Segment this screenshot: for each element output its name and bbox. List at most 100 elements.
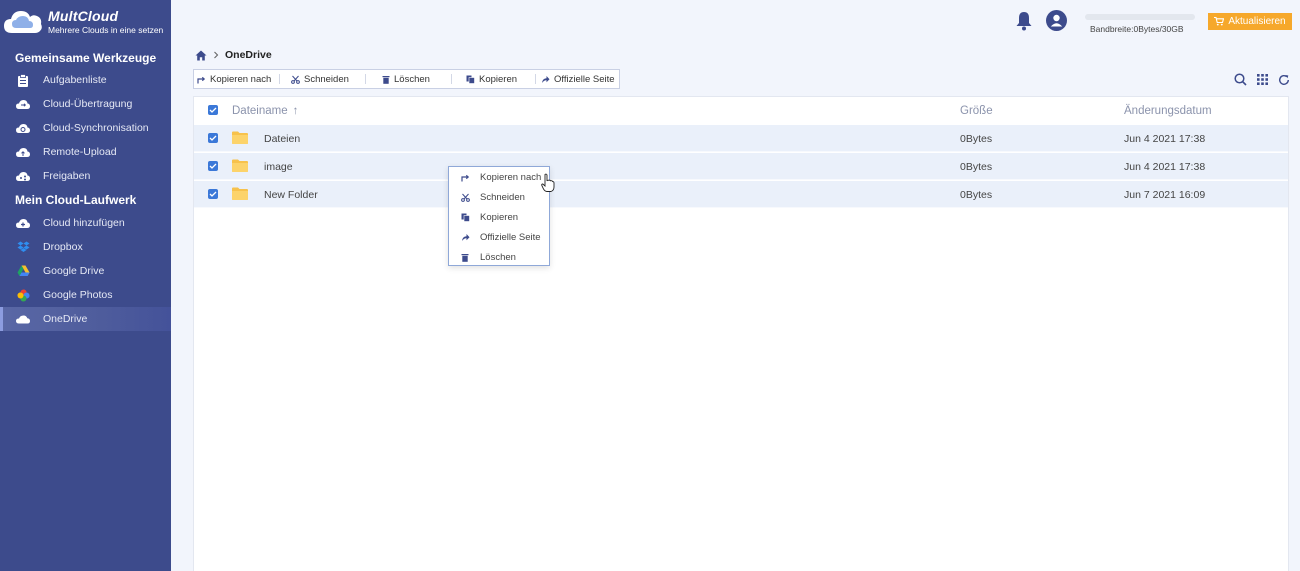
table-row[interactable]: image 0Bytes Jun 4 2021 17:38 [194,153,1288,180]
home-icon[interactable] [195,50,207,61]
upgrade-button[interactable]: Aktualisieren [1208,13,1292,30]
toolbar-divider [365,74,366,84]
file-modified: Jun 4 2021 17:38 [1124,132,1206,145]
sidebar-item-cloud-transfer[interactable]: Cloud-Übertragung [0,92,171,116]
file-list: Dateiname ↑ Größe Änderungsdatum Dateien… [193,96,1289,571]
copy-icon [466,75,475,84]
sidebar: MultCloud Mehrere Clouds in eine setzen … [0,0,171,571]
sidebar-item-shares[interactable]: Freigaben [0,164,171,188]
folder-icon [232,131,248,144]
cut-button[interactable]: Schneiden [291,70,349,88]
breadcrumb-current[interactable]: OneDrive [225,49,272,61]
sidebar-item-google-photos[interactable]: Google Photos [0,283,171,307]
user-avatar[interactable] [1046,10,1067,31]
sidebar-item-remote-upload[interactable]: Remote-Upload [0,140,171,164]
copy-button[interactable]: Kopieren [466,70,517,88]
bell-icon[interactable] [1015,11,1033,31]
copy-to-icon [459,171,471,183]
row-checkbox[interactable] [208,133,218,143]
context-copy-to[interactable]: Kopieren nach [449,167,549,187]
list-header: Dateiname ↑ Größe Änderungsdatum [194,97,1288,124]
context-delete[interactable]: Löschen [449,247,549,267]
view-tools [1234,73,1290,86]
delete-button[interactable]: Löschen [382,70,430,88]
sidebar-item-label: Aufgabenliste [43,74,107,86]
header-filename[interactable]: Dateiname ↑ [232,97,298,124]
dropbox-icon [16,240,30,254]
copy-to-icon [197,76,206,83]
cloud-add-icon [16,216,30,230]
check-icon [209,163,217,169]
file-name[interactable]: New Folder [264,181,318,208]
copy-to-label: Kopieren nach [210,73,272,85]
section-title-drives: Mein Cloud-Laufwerk [15,193,137,207]
toolbar: Kopieren nach Schneiden Löschen Kopieren… [193,69,620,89]
select-all-checkbox[interactable] [208,105,218,115]
context-item-label: Kopieren nach [480,171,542,183]
copy-icon [459,211,471,223]
context-item-label: Schneiden [480,191,525,203]
header-size[interactable]: Größe [960,97,993,124]
refresh-icon[interactable] [1278,74,1290,86]
scissors-icon [291,75,300,84]
google-drive-icon [16,264,30,278]
bandwidth-text: Bandbreite:0Bytes/30GB [1090,24,1184,34]
delete-label: Löschen [394,73,430,85]
official-page-button[interactable]: Offizielle Seite [541,70,615,88]
file-size: 0Bytes [960,188,993,201]
sidebar-item-google-drive[interactable]: Google Drive [0,259,171,283]
file-modified: Jun 7 2021 16:09 [1124,188,1206,201]
sidebar-item-tasklist[interactable]: Aufgabenliste [0,68,171,92]
sidebar-item-onedrive[interactable]: OneDrive [0,307,171,331]
copy-to-button[interactable]: Kopieren nach [197,70,271,88]
logo[interactable]: MultCloud Mehrere Clouds in eine setzen [0,0,171,44]
context-official-page[interactable]: Offizielle Seite [449,227,549,247]
trash-icon [459,251,471,263]
folder-icon [232,159,248,172]
table-row[interactable]: Dateien 0Bytes Jun 4 2021 17:38 [194,125,1288,152]
multcloud-logo-icon [4,11,42,33]
brand-name: MultCloud [48,8,119,24]
check-icon [209,135,217,141]
external-share-icon [459,231,471,243]
copy-label: Kopieren [479,73,518,85]
sidebar-item-label: Cloud-Synchronisation [43,122,149,134]
file-name[interactable]: Dateien [264,125,300,152]
official-page-label: Offizielle Seite [554,73,615,85]
sidebar-item-add-cloud[interactable]: Cloud hinzufügen [0,211,171,235]
sidebar-item-label: Google Photos [43,289,113,301]
cut-label: Schneiden [304,73,349,85]
scissors-icon [459,191,471,203]
chevron-right-icon [214,51,219,59]
check-icon [209,191,217,197]
sidebar-item-label: Freigaben [43,170,91,182]
cloud-transfer-icon [16,97,30,111]
search-icon[interactable] [1234,73,1247,86]
row-checkbox[interactable] [208,161,218,171]
clipboard-icon [16,73,30,87]
external-share-icon [542,75,550,83]
grid-view-icon[interactable] [1257,74,1268,85]
share-icon [16,169,30,183]
toolbar-divider [279,74,280,84]
context-item-label: Löschen [480,251,516,263]
context-item-label: Kopieren [480,211,519,223]
google-photos-icon [16,288,30,302]
toolbar-divider [451,74,452,84]
context-menu: Kopieren nach Schneiden Kopieren Offizie… [448,166,550,266]
context-item-label: Offizielle Seite [480,231,541,243]
sidebar-item-label: Cloud hinzufügen [43,217,125,229]
header-filename-label: Dateiname [232,104,288,117]
cart-icon [1214,17,1225,26]
file-name[interactable]: image [264,153,293,180]
section-title-tools: Gemeinsame Werkzeuge [15,51,157,65]
header-modified[interactable]: Änderungsdatum [1124,97,1212,124]
table-row[interactable]: New Folder 0Bytes Jun 7 2021 16:09 [194,181,1288,208]
toolbar-divider [535,74,536,84]
sidebar-item-dropbox[interactable]: Dropbox [0,235,171,259]
context-copy[interactable]: Kopieren [449,207,549,227]
sidebar-item-cloud-sync[interactable]: Cloud-Synchronisation [0,116,171,140]
context-cut[interactable]: Schneiden [449,187,549,207]
row-checkbox[interactable] [208,189,218,199]
check-icon [209,107,217,113]
